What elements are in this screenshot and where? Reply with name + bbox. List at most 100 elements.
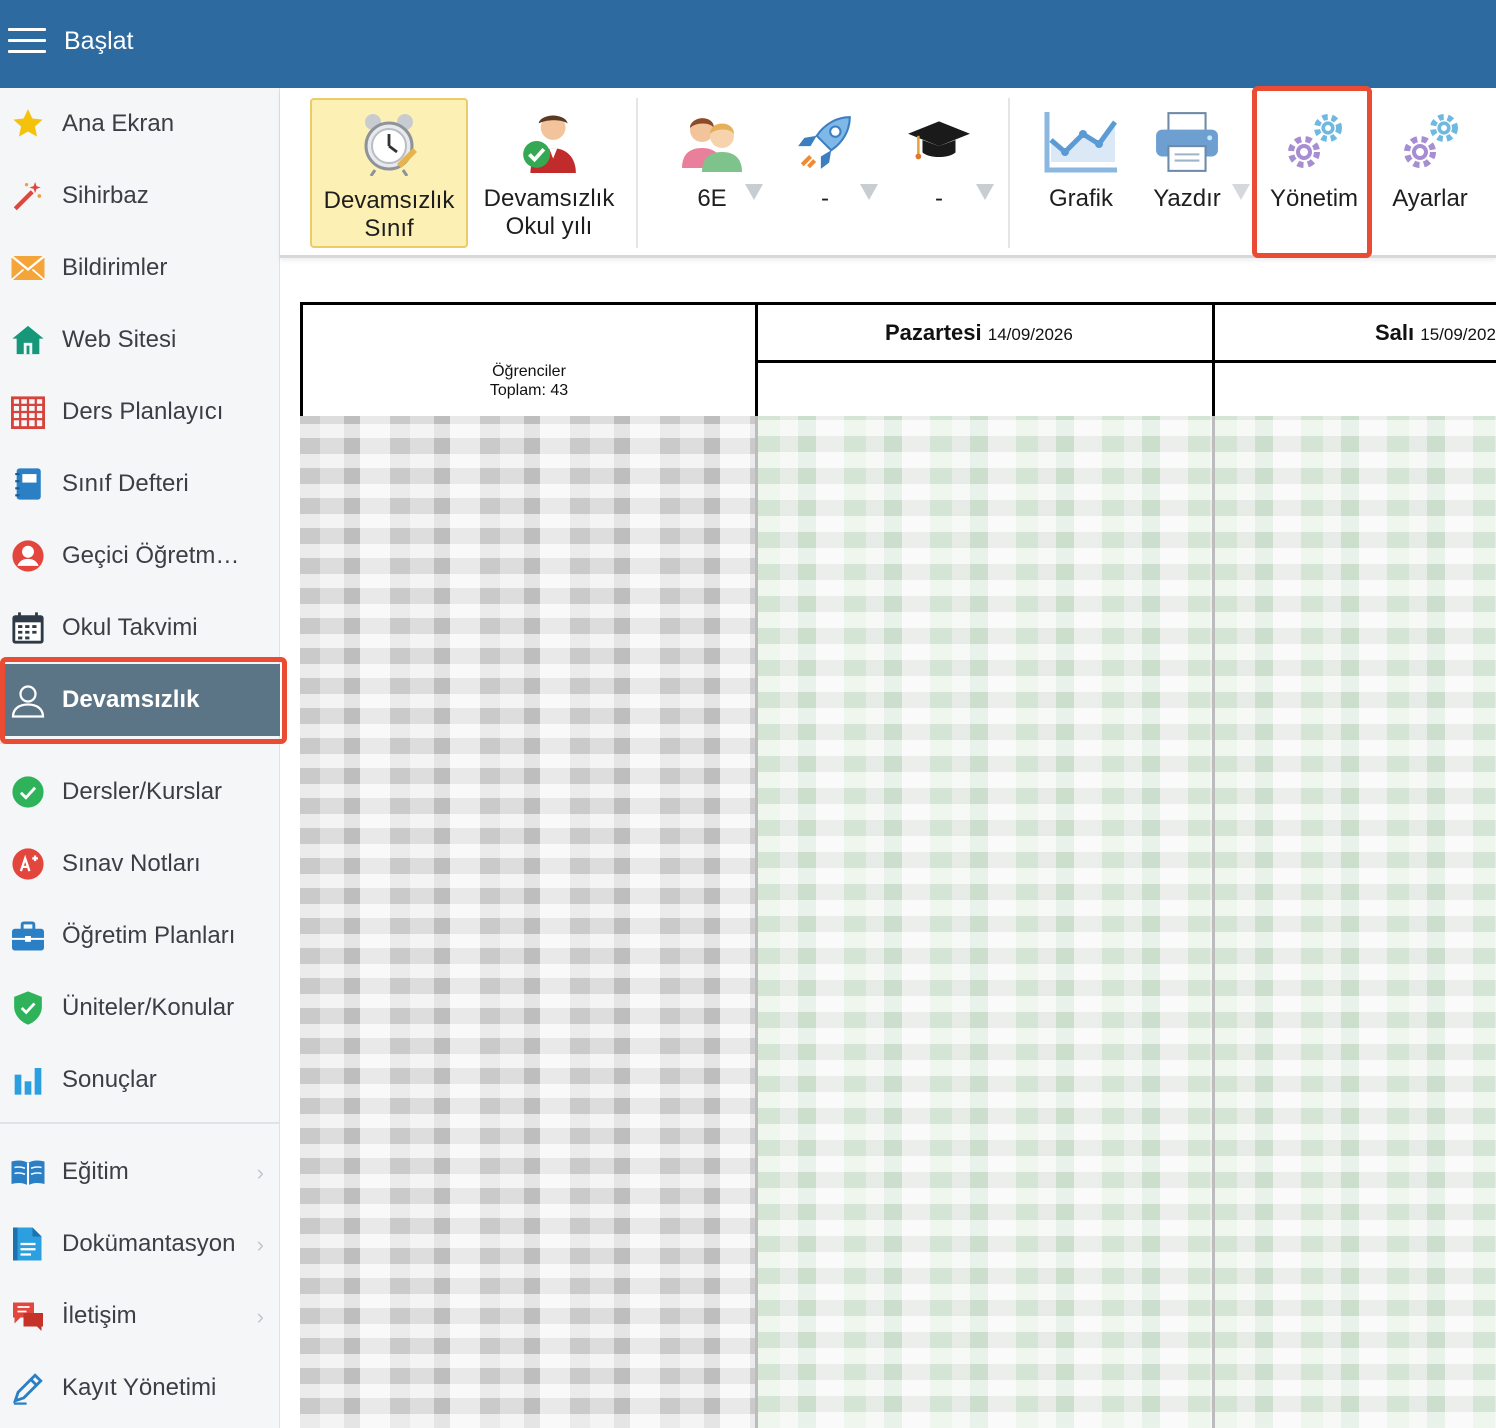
student-names-blurred bbox=[300, 416, 758, 1428]
sidebar-item-sonuclar[interactable]: Sonuçlar bbox=[0, 1044, 280, 1116]
sidebar-divider bbox=[0, 1122, 280, 1124]
menu-icon[interactable] bbox=[8, 28, 46, 56]
sidebar-item-iletisim[interactable]: İletişim › bbox=[0, 1280, 280, 1352]
chevron-right-icon: › bbox=[256, 1232, 264, 1257]
monday-attendance-blurred bbox=[758, 416, 1215, 1428]
envelope-icon bbox=[10, 250, 46, 286]
sidebar-item-uniteler-konular[interactable]: Üniteler/Konular bbox=[0, 972, 280, 1044]
app-title[interactable]: Başlat bbox=[64, 27, 133, 56]
class-select-dropdown[interactable]: 6E bbox=[662, 98, 762, 248]
shield-check-icon bbox=[10, 990, 46, 1026]
person-check-icon bbox=[509, 102, 589, 182]
students-group-icon bbox=[672, 102, 752, 182]
alarm-clock-icon bbox=[349, 104, 429, 184]
briefcase-icon bbox=[10, 918, 46, 954]
column-divider bbox=[755, 416, 758, 1428]
sidebar-item-label: Dersler/Kurslar bbox=[62, 778, 223, 805]
line-chart-icon bbox=[1041, 102, 1121, 182]
class-select-value: 6E bbox=[697, 185, 727, 212]
calendar-grid-icon bbox=[10, 394, 46, 430]
day-name: Salı bbox=[1375, 320, 1415, 345]
day-subheader-cell bbox=[1212, 360, 1496, 420]
sidebar-item-web-sitesi[interactable]: Web Sitesi bbox=[0, 304, 280, 376]
sidebar-item-dersler-kurslar[interactable]: Dersler/Kurslar bbox=[0, 756, 280, 828]
students-header-cell bbox=[300, 302, 761, 420]
printer-icon bbox=[1147, 102, 1227, 182]
sidebar-item-egitim[interactable]: Eğitim › bbox=[0, 1136, 280, 1208]
print-arrow-icon[interactable] bbox=[1232, 184, 1250, 200]
sidebar-divider bbox=[0, 742, 280, 744]
students-header: Öğrenciler Toplam: 43 bbox=[300, 362, 758, 400]
sidebar-item-ana-ekran[interactable]: Ana Ekran bbox=[0, 88, 280, 160]
gears-icon bbox=[1274, 102, 1354, 182]
filter-dropdown-2[interactable]: - bbox=[780, 98, 870, 248]
gears-icon bbox=[1390, 102, 1470, 182]
toolbar-divider bbox=[1008, 98, 1010, 248]
sidebar-item-okul-takvimi[interactable]: Okul Takvimi bbox=[0, 592, 280, 664]
chart-button[interactable]: Grafik bbox=[1035, 98, 1127, 248]
attendance-class-label-line1: Devamsızlık bbox=[323, 187, 455, 214]
settings-button[interactable]: Ayarlar bbox=[1380, 98, 1480, 248]
attendance-class-button[interactable]: Devamsızlık Sınıf bbox=[310, 98, 468, 248]
sidebar-item-label: Dokümantasyon bbox=[62, 1230, 236, 1257]
students-label: Öğrenciler bbox=[492, 363, 566, 380]
sidebar-item-kayit-yonetimi[interactable]: Kayıt Yönetimi bbox=[0, 1352, 280, 1424]
sidebar-item-label: Sihirbaz bbox=[62, 182, 149, 209]
filter-dropdown-3[interactable]: - bbox=[894, 98, 984, 248]
sidebar-item-label: Ders Planlayıcı bbox=[62, 398, 224, 425]
home-icon bbox=[10, 322, 46, 358]
day-subheader-cell bbox=[755, 360, 1218, 420]
sidebar-item-devamsizlik[interactable]: Devamsızlık bbox=[0, 664, 280, 736]
column-divider bbox=[1212, 416, 1215, 1428]
sidebar-item-dokumantasyon[interactable]: Dokümantasyon › bbox=[0, 1208, 280, 1280]
management-label: Yönetim bbox=[1269, 185, 1359, 212]
sidebar-item-label: Sonuçlar bbox=[62, 1066, 157, 1093]
chart-label: Grafik bbox=[1048, 185, 1113, 212]
attendance-year-button[interactable]: Devamsızlık Okul yılı bbox=[480, 98, 618, 248]
day-date: 14/09/2026 bbox=[987, 325, 1073, 344]
students-total: Toplam: 43 bbox=[489, 382, 569, 399]
open-book-icon bbox=[10, 1154, 46, 1190]
person-outline-icon bbox=[10, 682, 46, 718]
filter-3-value: - bbox=[935, 185, 943, 212]
filter-3-arrow-icon[interactable] bbox=[976, 184, 994, 200]
sidebar-item-sihirbaz[interactable]: Sihirbaz bbox=[0, 160, 280, 232]
day-date: 15/09/2026 bbox=[1420, 325, 1496, 344]
attendance-year-label-line2: Okul yılı bbox=[505, 213, 593, 240]
notebook-icon bbox=[10, 466, 46, 502]
sidebar-item-label: Ana Ekran bbox=[62, 110, 175, 137]
rocket-icon bbox=[785, 102, 865, 182]
sidebar-item-label: Sınav Notları bbox=[62, 850, 201, 877]
sidebar-item-label: Öğretim Planları bbox=[62, 922, 236, 949]
pen-icon bbox=[10, 1370, 46, 1406]
day-name: Pazartesi bbox=[885, 320, 982, 345]
sidebar-item-label: Geçici Öğretm… bbox=[62, 542, 240, 569]
toolbar: Devamsızlık Sınıf Devamsızlık Okul yılı … bbox=[280, 88, 1496, 258]
attendance-year-label-line1: Devamsızlık bbox=[483, 185, 615, 212]
grade-icon bbox=[10, 846, 46, 882]
magic-wand-icon bbox=[10, 178, 46, 214]
sidebar-item-bildirimler[interactable]: Bildirimler bbox=[0, 232, 280, 304]
sidebar-item-ders-planlayici[interactable]: Ders Planlayıcı bbox=[0, 376, 280, 448]
sidebar-item-label: Web Sitesi bbox=[62, 326, 177, 353]
sidebar-item-label: İletişim bbox=[62, 1302, 137, 1329]
sidebar-item-gecici-ogretmen[interactable]: Geçici Öğretm… bbox=[0, 520, 280, 592]
print-label: Yazdır bbox=[1153, 185, 1221, 212]
day-header-monday[interactable]: Pazartesi 14/09/2026 bbox=[885, 320, 1073, 346]
attendance-class-label-line2: Sınıf bbox=[364, 215, 414, 242]
sidebar-item-label: Okul Takvimi bbox=[62, 614, 198, 641]
sidebar-item-ogretim-planlari[interactable]: Öğretim Planları bbox=[0, 900, 280, 972]
sidebar-item-label: Devamsızlık bbox=[62, 686, 200, 713]
print-button[interactable]: Yazdır bbox=[1142, 98, 1232, 248]
document-icon bbox=[10, 1226, 46, 1262]
class-select-arrow-icon[interactable] bbox=[745, 184, 763, 200]
sidebar-item-sinav-notlari[interactable]: Sınav Notları bbox=[0, 828, 280, 900]
calendar-icon bbox=[10, 610, 46, 646]
sidebar-item-sinif-defteri[interactable]: Sınıf Defteri bbox=[0, 448, 280, 520]
filter-2-arrow-icon[interactable] bbox=[860, 184, 878, 200]
sidebar-item-label: Bildirimler bbox=[62, 254, 168, 281]
bar-chart-icon bbox=[10, 1062, 46, 1098]
attendance-table: Öğrenciler Toplam: 43 Pazartesi 14/09/20… bbox=[300, 302, 1496, 1428]
day-header-tuesday[interactable]: Salı 15/09/2026 bbox=[1375, 320, 1496, 346]
management-button[interactable]: Yönetim bbox=[1260, 98, 1368, 248]
